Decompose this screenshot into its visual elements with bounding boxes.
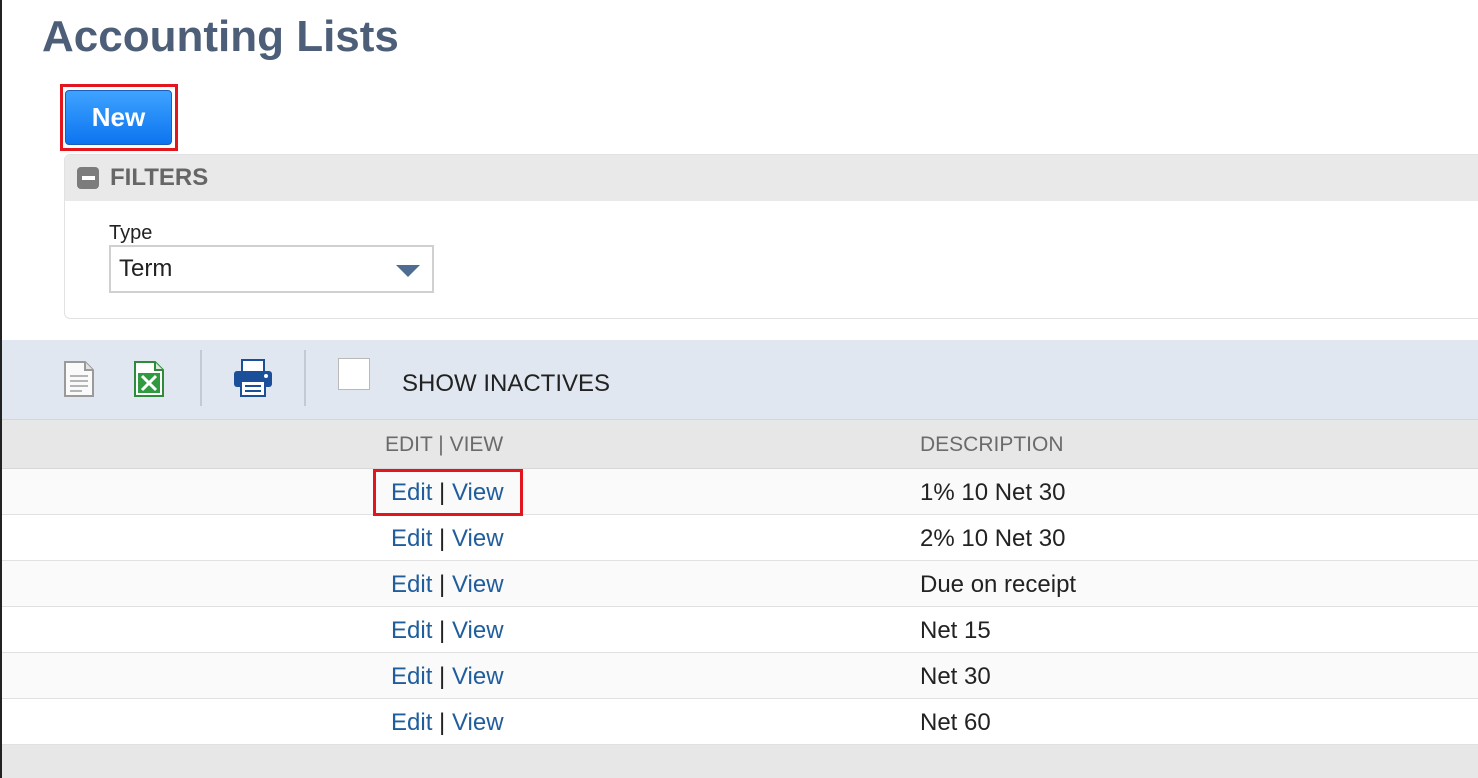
row-actions: Edit | View [391,525,504,553]
row-actions: Edit | View [391,709,504,737]
link-separator: | [439,709,446,736]
export-doc-icon[interactable] [62,360,96,403]
row-description: 1% 10 Net 30 [920,479,1066,506]
edit-link[interactable]: Edit [391,571,432,598]
link-separator: | [439,571,446,598]
row-description: Net 60 [920,709,991,736]
table-row: Edit | View 1% 10 Net 30 [2,469,1478,515]
edit-link[interactable]: Edit [391,525,432,552]
list-rows: Edit | View 1% 10 Net 30 Edit | View 2% … [2,469,1478,745]
link-separator: | [439,617,446,644]
view-link[interactable]: View [452,571,504,598]
type-label: Type [109,222,153,244]
row-actions: Edit | View [391,617,504,645]
export-excel-icon[interactable] [132,360,166,403]
toolbar-divider [304,350,306,406]
row-actions: Edit | View [391,571,504,599]
edit-link[interactable]: Edit [391,709,432,736]
table-row: Edit | View Net 15 [2,607,1478,653]
row-description: Due on receipt [920,571,1077,598]
new-button[interactable]: New [65,90,172,145]
show-inactives-label: SHOW INACTIVES [402,370,611,397]
type-select-value: Term [119,255,173,282]
column-header-description[interactable]: DESCRIPTION [920,433,1064,457]
link-separator: | [439,479,446,506]
link-separator: | [439,663,446,690]
list-toolbar: SHOW INACTIVES [2,340,1478,420]
edit-link[interactable]: Edit [391,663,432,690]
view-link[interactable]: View [452,617,504,644]
view-link[interactable]: View [452,663,504,690]
row-description: Net 30 [920,663,991,690]
row-description: 2% 10 Net 30 [920,525,1066,552]
filters-title: FILTERS [110,164,209,191]
print-icon[interactable] [232,358,274,403]
row-actions: Edit | View [391,479,504,507]
show-inactives-checkbox[interactable] [338,358,370,390]
row-actions: Edit | View [391,663,504,691]
chevron-down-icon[interactable] [396,265,420,277]
list-header: EDIT | VIEW DESCRIPTION [2,420,1478,469]
filters-header[interactable]: FILTERS [65,155,1478,201]
view-link[interactable]: View [452,709,504,736]
toolbar-divider [200,350,202,406]
list-footer [2,745,1478,778]
view-link[interactable]: View [452,479,504,506]
type-select[interactable]: Term [109,245,434,293]
table-row: Edit | View 2% 10 Net 30 [2,515,1478,561]
edit-link[interactable]: Edit [391,479,432,506]
table-row: Edit | View Net 30 [2,653,1478,699]
collapse-icon[interactable] [77,167,99,189]
page: Accounting Lists New FILTERS Type Term S… [0,0,1478,778]
edit-link[interactable]: Edit [391,617,432,644]
view-link[interactable]: View [452,525,504,552]
table-row: Edit | View Net 60 [2,699,1478,745]
filters-panel: FILTERS Type Term [64,154,1478,319]
column-header-edit-view[interactable]: EDIT | VIEW [385,433,503,457]
page-title: Accounting Lists [42,12,399,61]
row-description: Net 15 [920,617,991,644]
link-separator: | [439,525,446,552]
table-row: Edit | View Due on receipt [2,561,1478,607]
